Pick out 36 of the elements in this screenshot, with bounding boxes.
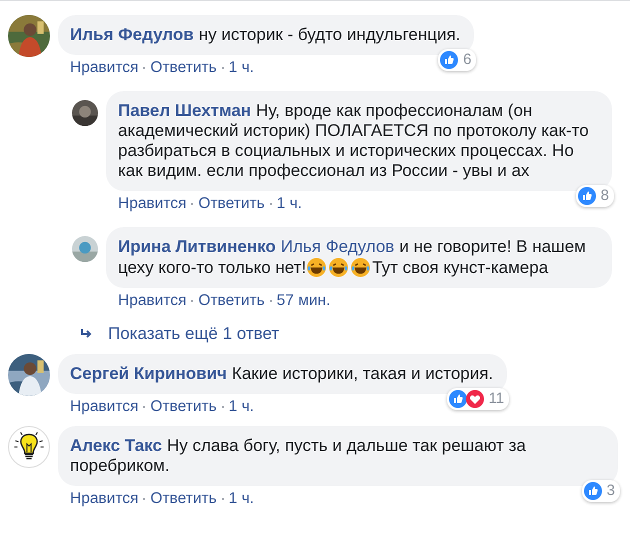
show-more-replies-link[interactable]: Показать ещё 1 ответ xyxy=(80,324,630,344)
comment-text: Ирина Литвиненко Илья Федулов и не говорите! В нашем цеху кого-то только нет! Тут своя кунст-камера xyxy=(118,237,587,278)
like-icon xyxy=(448,390,467,408)
mention-link[interactable]: Илья Федулов xyxy=(280,237,394,256)
comment-action-link[interactable]: Ответить xyxy=(150,398,217,416)
comment-action-link[interactable]: Нравится xyxy=(70,398,138,416)
author-name[interactable]: Алекс Такс xyxy=(70,436,162,455)
timestamp[interactable]: 57 мин. xyxy=(276,292,330,310)
comment-action-link[interactable]: Нравится xyxy=(70,59,138,77)
author-name[interactable]: Павел Шехтман xyxy=(118,101,252,120)
timestamp[interactable]: 1 ч. xyxy=(228,59,254,77)
comment-text: Павел Шехтман Ну, вроде как профессионалам (он академический историк) ПОЛАГАЕТСЯ по протоколу как-то разбираться в социальных и исторических процессах. Но как видим. если профессионал из России - увы и ах xyxy=(118,101,590,181)
author-name[interactable]: Сергей Киринович xyxy=(70,364,227,383)
comment-action-link[interactable]: Нравится xyxy=(118,195,186,213)
comment-text: Сергей Киринович Какие историки, такая и история. xyxy=(70,364,494,384)
laughing-emoji-icon xyxy=(306,257,328,278)
lightbulb-icon xyxy=(8,426,50,468)
like-icon xyxy=(440,51,458,69)
like-icon xyxy=(584,482,602,500)
author-name[interactable]: Илья Федулов xyxy=(70,25,194,44)
timestamp[interactable]: 1 ч. xyxy=(228,398,254,416)
author-name[interactable]: Ирина Литвиненко xyxy=(118,237,276,256)
like-icon xyxy=(578,187,596,205)
timestamp[interactable]: 1 ч. xyxy=(276,195,302,213)
comment-action-link[interactable]: Ответить xyxy=(150,59,217,77)
laughing-emoji-icon xyxy=(328,257,350,278)
comment-text: Илья Федулов ну историк - будто индульгенция. xyxy=(70,25,460,45)
comment-action-link[interactable]: Нравится xyxy=(118,292,186,310)
comment-text: Алекс Такс Ну слава богу, пусть и дальше так решают за поребриком. xyxy=(70,436,527,476)
laughing-emoji-icon xyxy=(350,257,372,278)
timestamp[interactable]: 1 ч. xyxy=(228,490,254,508)
comment-action-link[interactable]: Нравится xyxy=(70,490,138,508)
comment-action-link[interactable]: Ответить xyxy=(150,490,217,508)
reply-arrow-icon xyxy=(80,328,94,340)
comment-action-link[interactable]: Ответить xyxy=(198,292,265,310)
comment-action-link[interactable]: Ответить xyxy=(198,195,265,213)
